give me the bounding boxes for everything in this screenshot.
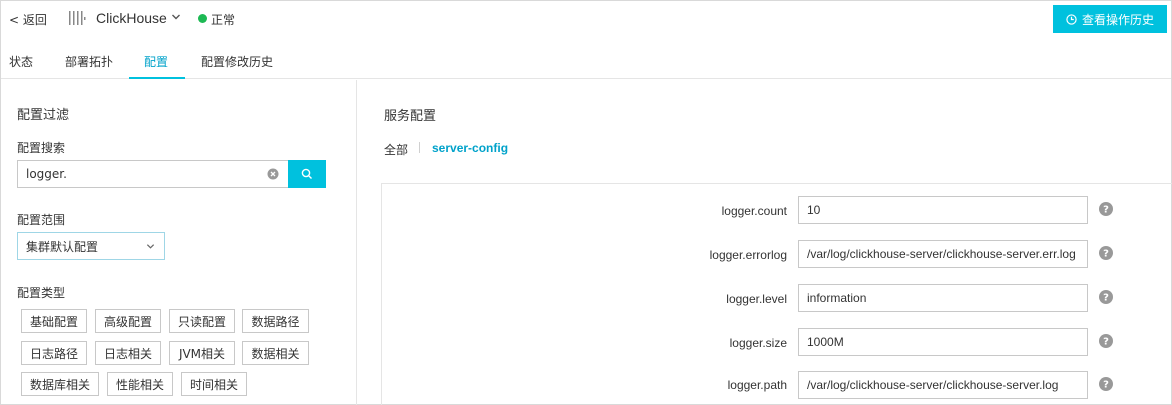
scope-value: 集群默认配置 <box>26 239 99 254</box>
svg-text:?: ? <box>1103 380 1109 391</box>
config-key: logger.size <box>729 336 787 350</box>
config-value-input[interactable] <box>798 240 1088 268</box>
svg-text:?: ? <box>1103 205 1109 216</box>
config-key: logger.errorlog <box>709 248 787 262</box>
filter-all-link[interactable]: 全部 <box>384 141 408 158</box>
service-bars-icon <box>69 11 86 25</box>
help-icon[interactable]: ? <box>1099 290 1113 304</box>
type-tag-log-path[interactable]: 日志路径 <box>21 341 87 365</box>
active-tab-indicator <box>129 77 185 79</box>
type-tag-log-related[interactable]: 日志相关 <box>95 341 161 365</box>
search-label: 配置搜索 <box>17 141 66 155</box>
help-icon[interactable]: ? <box>1099 377 1113 391</box>
type-tag-jvm[interactable]: JVM相关 <box>169 341 235 365</box>
config-value-input[interactable] <box>798 284 1088 312</box>
type-tag-advanced[interactable]: 高级配置 <box>95 309 161 333</box>
back-link[interactable]: < 返回 <box>9 11 47 28</box>
type-tag-data-path[interactable]: 数据路径 <box>242 309 309 333</box>
filter-separator <box>419 142 420 153</box>
tab-config-history[interactable]: 配置修改历史 <box>201 53 273 70</box>
status-text: 正常 <box>211 13 236 27</box>
clock-icon <box>1066 13 1077 25</box>
clear-icon[interactable] <box>267 168 279 180</box>
type-tag-data-related[interactable]: 数据相关 <box>242 341 309 365</box>
config-key: logger.path <box>727 378 787 392</box>
tab-topology[interactable]: 部署拓扑 <box>65 53 113 70</box>
svg-text:?: ? <box>1103 249 1109 260</box>
tab-bar: 状态 部署拓扑 配置 配置修改历史 <box>1 41 1171 79</box>
scope-select[interactable]: 集群默认配置 <box>17 232 165 260</box>
config-key: logger.level <box>726 292 787 306</box>
service-config-title: 服务配置 <box>384 109 437 124</box>
chevron-down-icon[interactable] <box>171 12 181 22</box>
svg-text:?: ? <box>1103 293 1109 304</box>
search-icon <box>301 168 312 179</box>
type-tag-database[interactable]: 数据库相关 <box>21 372 99 396</box>
help-icon[interactable]: ? <box>1099 334 1113 348</box>
config-value-input[interactable] <box>798 328 1088 356</box>
filter-panel: 配置过滤 配置搜索 配置范围 集群默认配置 配置类型 基础配置 高级配置 只读配… <box>1 80 357 405</box>
type-tag-basic[interactable]: 基础配置 <box>21 309 87 333</box>
view-history-button[interactable]: 查看操作历史 <box>1053 5 1167 33</box>
top-bar: < 返回 ClickHouse 正常 查看操作历史 <box>1 1 1171 39</box>
filter-server-config-link[interactable]: server-config <box>432 141 508 155</box>
help-icon[interactable]: ? <box>1099 246 1113 260</box>
type-tag-readonly[interactable]: 只读配置 <box>169 309 235 333</box>
config-search-input[interactable] <box>17 160 288 188</box>
config-value-input[interactable] <box>798 196 1088 224</box>
view-history-label: 查看操作历史 <box>1081 12 1154 27</box>
scope-label: 配置范围 <box>17 213 66 227</box>
help-icon[interactable]: ? <box>1099 202 1113 216</box>
chevron-down-icon <box>146 244 155 249</box>
tab-status[interactable]: 状态 <box>9 53 33 70</box>
filter-title: 配置过滤 <box>17 108 70 123</box>
tab-config[interactable]: 配置 <box>144 53 168 70</box>
config-key: logger.count <box>721 204 787 218</box>
status-dot <box>198 14 207 23</box>
config-value-input[interactable] <box>798 371 1088 399</box>
service-name[interactable]: ClickHouse <box>96 10 167 26</box>
type-tag-performance[interactable]: 性能相关 <box>107 372 173 396</box>
type-label: 配置类型 <box>17 286 66 300</box>
svg-text:?: ? <box>1103 337 1109 348</box>
search-button[interactable] <box>288 160 326 188</box>
type-tag-time[interactable]: 时间相关 <box>181 372 247 396</box>
